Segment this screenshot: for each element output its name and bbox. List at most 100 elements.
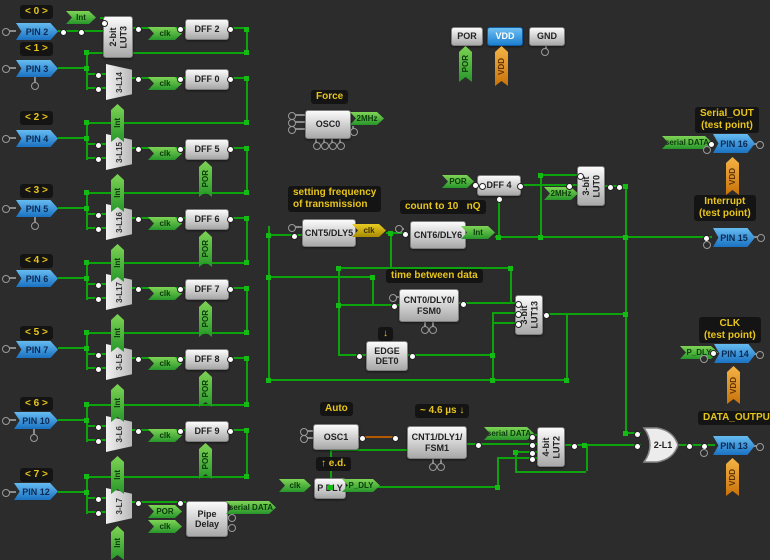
tag-por-dff4[interactable]: POR bbox=[442, 175, 474, 188]
net-wire[interactable] bbox=[86, 122, 88, 160]
mux-3-l6[interactable]: 3-L6 bbox=[106, 416, 132, 452]
time-label[interactable]: time between data bbox=[386, 269, 483, 283]
mux-3-l17[interactable]: 3-L17 bbox=[106, 274, 132, 310]
net-wire[interactable] bbox=[566, 313, 568, 380]
net-wire[interactable] bbox=[338, 267, 340, 355]
tag-serial-data-pipe[interactable]: serial DATA bbox=[226, 501, 276, 514]
interrupt-label[interactable]: Interrupt (test point) bbox=[694, 195, 756, 221]
net-wire[interactable] bbox=[246, 78, 248, 122]
net-wire[interactable] bbox=[372, 276, 374, 305]
tag-int-cnt6[interactable]: Int bbox=[461, 226, 495, 239]
delay-label[interactable]: ~ 4.6 µs ↓ bbox=[415, 404, 469, 418]
net-wire[interactable] bbox=[540, 174, 577, 176]
net-wire[interactable] bbox=[586, 445, 588, 471]
vtag-vdd-block[interactable]: VDD bbox=[495, 46, 508, 86]
vtag-por-block[interactable]: POR bbox=[459, 46, 472, 82]
block-dff5[interactable]: DFF 5 bbox=[185, 139, 229, 160]
vtag-por-dff6[interactable]: POR bbox=[199, 231, 212, 267]
pin-13[interactable]: PIN 13 bbox=[713, 436, 755, 455]
block-por[interactable]: POR bbox=[451, 27, 483, 46]
block-cnt6-dly6[interactable]: CNT6/DLY6 bbox=[410, 221, 466, 249]
tag-clk-pdly[interactable]: clk bbox=[279, 479, 311, 492]
tag-serial-data-lut2[interactable]: serial DATA bbox=[484, 427, 534, 440]
net-wire[interactable] bbox=[58, 491, 86, 493]
mux-3-l7[interactable]: 3-L7 bbox=[106, 488, 132, 524]
net-wire[interactable] bbox=[390, 232, 392, 268]
tag-por-pipe[interactable]: POR bbox=[148, 505, 182, 518]
net-wire[interactable] bbox=[515, 471, 586, 473]
net-wire[interactable] bbox=[86, 332, 246, 334]
tag-2mhz-lut0[interactable]: 2MHz bbox=[544, 187, 578, 200]
net-wire[interactable] bbox=[679, 444, 715, 446]
block-dff9[interactable]: DFF 9 bbox=[185, 421, 229, 442]
vtag-vdd-pin16[interactable]: VDD bbox=[726, 157, 739, 195]
pin-14[interactable]: PIN 14 bbox=[714, 344, 756, 363]
net-label-2[interactable]: < 2 > bbox=[20, 111, 53, 125]
net-wire[interactable] bbox=[295, 128, 305, 130]
vtag-int-l17[interactable]: Int bbox=[111, 314, 124, 352]
mux-3-l5[interactable]: 3-L5 bbox=[106, 344, 132, 380]
net-wire[interactable] bbox=[246, 29, 248, 52]
block-dff2[interactable]: DFF 2 bbox=[185, 19, 229, 40]
serial-out-label[interactable]: Serial_OUT (test point) bbox=[695, 107, 759, 133]
net-wire[interactable] bbox=[86, 476, 88, 514]
net-wire[interactable] bbox=[268, 226, 270, 379]
vtag-vdd-pin14[interactable]: VDD bbox=[727, 366, 740, 404]
net-label-3[interactable]: < 3 > bbox=[20, 184, 53, 198]
block-dff7[interactable]: DFF 7 bbox=[185, 279, 229, 300]
block-4bit-lut2[interactable]: 4-bit LUT2 bbox=[537, 427, 565, 467]
net-wire[interactable] bbox=[86, 476, 246, 478]
block-cnt1-dly1-fsm1[interactable]: CNT1/DLY1/ FSM1 bbox=[407, 426, 467, 459]
net-label-5[interactable]: < 5 > bbox=[20, 326, 53, 340]
vtag-int-l16[interactable]: Int bbox=[111, 244, 124, 282]
net-label-1[interactable]: < 1 > bbox=[20, 42, 53, 56]
pin-12[interactable]: PIN 12 bbox=[14, 483, 58, 500]
net-wire[interactable] bbox=[86, 262, 88, 300]
tag-2mhz-osc0[interactable]: 2MHz bbox=[350, 112, 384, 125]
pin-2[interactable]: PIN 2 bbox=[16, 23, 58, 40]
vtag-int-l7[interactable]: Int bbox=[111, 526, 124, 560]
block-gnd[interactable]: GND bbox=[529, 27, 565, 46]
net-wire[interactable] bbox=[246, 288, 248, 332]
net-wire[interactable] bbox=[86, 192, 88, 230]
net-wire[interactable] bbox=[246, 430, 248, 476]
net-wire[interactable] bbox=[86, 52, 88, 90]
vtag-por-dff9[interactable]: POR bbox=[199, 443, 212, 479]
block-dff6[interactable]: DFF 6 bbox=[185, 209, 229, 230]
net-label-7[interactable]: < 7 > bbox=[20, 468, 53, 482]
pin-6[interactable]: PIN 6 bbox=[16, 270, 58, 287]
net-label-6[interactable]: < 6 > bbox=[20, 397, 53, 411]
vtag-vdd-pin13[interactable]: VDD bbox=[726, 458, 739, 496]
pin-16[interactable]: PIN 16 bbox=[713, 134, 755, 153]
net-wire[interactable] bbox=[625, 186, 627, 434]
vtag-por-dff7[interactable]: POR bbox=[199, 301, 212, 337]
net-wire[interactable] bbox=[541, 313, 625, 315]
block-vdd[interactable]: VDD bbox=[487, 27, 523, 46]
net-wire[interactable] bbox=[268, 379, 566, 381]
count-label[interactable]: count to 10 nQ bbox=[400, 200, 486, 214]
net-wire[interactable] bbox=[246, 358, 248, 404]
block-cnt5-dly5[interactable]: CNT5/DLY5 bbox=[302, 219, 356, 247]
net-label-4[interactable]: < 4 > bbox=[20, 254, 53, 268]
net-wire[interactable] bbox=[295, 121, 305, 123]
mux-3-l16[interactable]: 3-L16 bbox=[106, 204, 132, 240]
net-wire[interactable] bbox=[58, 67, 86, 69]
vtag-por-dff8[interactable]: POR bbox=[199, 371, 212, 407]
mux-3-l14[interactable]: 3-L14 bbox=[106, 64, 132, 100]
net-wire[interactable] bbox=[268, 276, 372, 278]
block-osc1[interactable]: OSC1 bbox=[313, 424, 359, 450]
net-wire[interactable] bbox=[86, 332, 88, 370]
tag-clk-pipe[interactable]: clk bbox=[148, 520, 182, 533]
net-wire[interactable] bbox=[246, 148, 248, 192]
net-wire[interactable] bbox=[58, 137, 86, 139]
vtag-int-l15[interactable]: Int bbox=[111, 174, 124, 212]
net-wire[interactable] bbox=[510, 267, 512, 303]
net-wire[interactable] bbox=[58, 419, 86, 421]
pin-3[interactable]: PIN 3 bbox=[16, 60, 58, 77]
block-edge-det0[interactable]: EDGE DET0 bbox=[366, 341, 408, 371]
pin-5[interactable]: PIN 5 bbox=[16, 200, 58, 217]
block-pipe-delay[interactable]: Pipe Delay bbox=[186, 501, 228, 537]
pin-7[interactable]: PIN 7 bbox=[16, 341, 58, 358]
net-wire[interactable] bbox=[58, 277, 86, 279]
pin-4[interactable]: PIN 4 bbox=[16, 130, 58, 147]
